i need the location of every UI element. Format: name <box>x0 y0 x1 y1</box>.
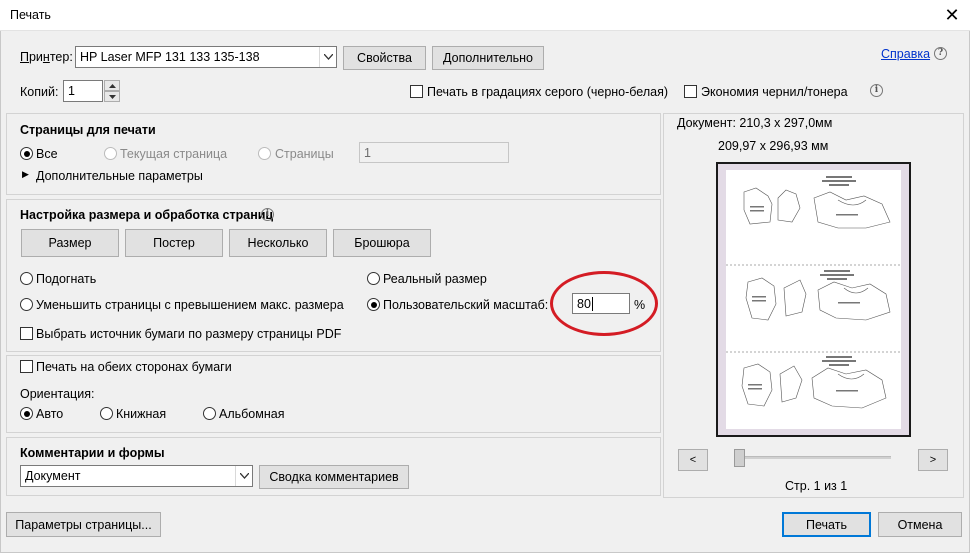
duplex-label: Печать на обеих сторонах бумаги <box>36 360 232 374</box>
copies-stepper[interactable] <box>104 80 120 102</box>
print-button[interactable]: Печать <box>782 512 871 537</box>
radio-current-label: Текущая страница <box>120 147 228 161</box>
radio-landscape-label: Альбомная <box>219 407 285 421</box>
radio-pages-label: Страницы <box>275 147 334 161</box>
info-icon[interactable]: i <box>261 208 274 221</box>
page-indicator: Стр. 1 из 1 <box>785 479 848 493</box>
expand-triangle-icon[interactable]: ▶ <box>22 169 29 180</box>
comments-select[interactable]: Документ <box>20 465 253 487</box>
radio-fit-label: Подогнать <box>36 272 97 286</box>
title-bar <box>0 0 970 31</box>
orientation-label: Ориентация: <box>20 387 95 401</box>
stepper-up-icon[interactable] <box>104 80 120 91</box>
printer-label: Принтер: <box>20 50 73 64</box>
radio-orientation-portrait[interactable] <box>100 407 113 420</box>
page-size: 209,97 x 296,93 мм <box>718 139 829 153</box>
info-icon[interactable]: i <box>870 84 883 97</box>
grayscale-checkbox[interactable] <box>410 85 423 98</box>
page-range-value: 1 <box>364 145 371 160</box>
radio-all-pages[interactable] <box>20 147 33 160</box>
page-slider-thumb[interactable] <box>734 449 745 467</box>
paper-source-checkbox[interactable] <box>20 327 33 340</box>
save-ink-label: Экономия чернил/тонера <box>701 85 848 99</box>
radio-actual-size[interactable] <box>367 272 380 285</box>
radio-orientation-landscape[interactable] <box>203 407 216 420</box>
duplex-checkbox[interactable] <box>20 360 33 373</box>
more-options-link[interactable]: Дополнительные параметры <box>36 169 203 183</box>
chevron-down-icon <box>235 466 252 486</box>
radio-custom-scale-label: Пользовательский масштаб: <box>383 298 549 312</box>
sewing-pattern-thumbnail <box>726 176 901 409</box>
document-size: Документ: 210,3 x 297,0мм <box>677 116 833 130</box>
cancel-button[interactable]: Отмена <box>878 512 962 537</box>
booklet-button[interactable]: Брошюра <box>333 229 431 257</box>
page-preview <box>716 162 911 437</box>
radio-custom-scale[interactable] <box>367 298 380 311</box>
help-icon[interactable]: ? <box>934 47 947 60</box>
properties-button[interactable]: Свойства <box>343 46 426 70</box>
radio-shrink[interactable] <box>20 298 33 311</box>
printer-select[interactable]: HP Laser MFP 131 133 135-138 <box>75 46 337 68</box>
size-button[interactable]: Размер <box>21 229 119 257</box>
advanced-button[interactable]: Дополнительно <box>432 46 544 70</box>
comments-title: Комментарии и формы <box>20 446 165 460</box>
page-slider-track[interactable] <box>734 456 891 459</box>
radio-shrink-label: Уменьшить страницы с превышением макс. р… <box>36 298 344 312</box>
help-link[interactable]: Справка <box>881 47 930 61</box>
comments-summary-button[interactable]: Сводка комментариев <box>259 465 409 489</box>
page-setup-button[interactable]: Параметры страницы... <box>6 512 161 537</box>
printer-select-value: HP Laser MFP 131 133 135-138 <box>80 50 260 64</box>
radio-orientation-auto[interactable] <box>20 407 33 420</box>
highlight-circle <box>550 271 658 336</box>
radio-auto-label: Авто <box>36 407 64 421</box>
copies-value: 1 <box>68 84 75 98</box>
save-ink-checkbox[interactable] <box>684 85 697 98</box>
pages-title: Страницы для печати <box>20 123 156 137</box>
poster-button[interactable]: Постер <box>125 229 223 257</box>
radio-all-label: Все <box>36 147 58 161</box>
page-range-input[interactable]: 1 <box>359 142 509 163</box>
grayscale-label: Печать в градациях серого (черно-белая) <box>427 85 669 99</box>
radio-actual-size-label: Реальный размер <box>383 272 487 286</box>
next-page-button[interactable]: > <box>918 449 948 471</box>
close-icon[interactable]: ✕ <box>938 2 966 28</box>
paper-source-label: Выбрать источник бумаги по размеру стран… <box>36 327 342 341</box>
comments-select-value: Документ <box>25 469 81 483</box>
radio-portrait-label: Книжная <box>116 407 167 421</box>
multiple-button[interactable]: Несколько <box>229 229 327 257</box>
stepper-down-icon[interactable] <box>104 91 120 102</box>
prev-page-button[interactable]: < <box>678 449 708 471</box>
sizing-title: Настройка размера и обработка страниц <box>20 208 274 222</box>
chevron-down-icon <box>319 47 336 67</box>
radio-fit[interactable] <box>20 272 33 285</box>
copies-label: Копий: <box>20 85 59 99</box>
copies-input[interactable]: 1 <box>63 80 103 102</box>
radio-current-page[interactable] <box>104 147 117 160</box>
page-preview-content <box>726 170 901 429</box>
radio-page-range[interactable] <box>258 147 271 160</box>
window-title: Печать <box>10 8 51 22</box>
